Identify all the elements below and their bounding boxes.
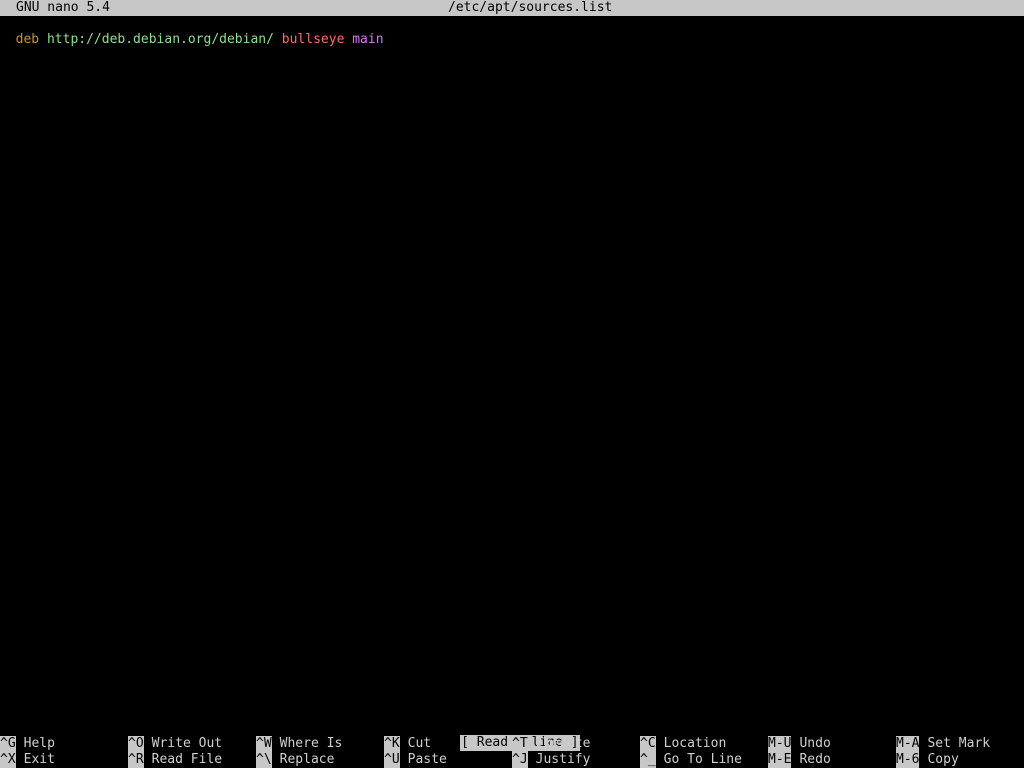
file-name: /etc/apt/sources.list: [448, 0, 613, 15]
shortcut-key: ^J: [512, 752, 528, 768]
shortcut-write-out[interactable]: ^O Write Out: [128, 736, 222, 752]
shortcut-key: ^X: [0, 752, 16, 768]
shortcut-read-file[interactable]: ^R Read File: [128, 752, 222, 768]
shortcut-key: M-6: [896, 752, 920, 768]
shortcut-cut[interactable]: ^K Cut: [384, 736, 431, 752]
shortcut-key: ^G: [0, 736, 16, 752]
shortcut-key: ^T: [512, 736, 528, 752]
shortcut-redo[interactable]: M-E Redo: [768, 752, 831, 768]
shortcut-key: M-E: [768, 752, 792, 768]
shortcut-key: ^U: [384, 752, 400, 768]
status-line: [ Read 1 line ]: [0, 719, 1024, 751]
shortcut-exit[interactable]: ^X Exit: [0, 752, 55, 768]
shortcut-copy[interactable]: M-6 Copy: [896, 752, 959, 768]
shortcut-label: Read File: [151, 752, 223, 767]
shortcut-key: ^R: [128, 752, 144, 768]
shortcut-paste[interactable]: ^U Paste: [384, 752, 447, 768]
shortcut-label: Help: [23, 736, 55, 751]
shortcut-justify[interactable]: ^J Justify: [512, 752, 590, 768]
shortcut-label: Replace: [279, 752, 335, 767]
app-version: GNU nano 5.4: [16, 0, 110, 15]
shortcut-key: ^_: [640, 752, 656, 768]
shortcut-label: Paste: [407, 752, 447, 767]
shortcut-label: Copy: [927, 752, 959, 767]
shortcut-execute[interactable]: ^T Execute: [512, 736, 590, 752]
shortcut-label: Go To Line: [663, 752, 742, 767]
shortcut-set-mark[interactable]: M-A Set Mark: [896, 736, 990, 752]
shortcut-label: Set Mark: [927, 736, 991, 751]
token-deb: deb: [15, 32, 40, 47]
shortcut-label: Exit: [23, 752, 55, 767]
shortcut-where-is[interactable]: ^W Where Is: [256, 736, 342, 752]
shortcut-go-to-line[interactable]: ^_ Go To Line: [640, 752, 742, 768]
shortcut-label: Cut: [407, 736, 432, 751]
shortcut-key: ^\: [256, 752, 272, 768]
shortcut-label: Location: [663, 736, 727, 751]
shortcut-key: M-U: [768, 736, 792, 752]
shortcut-label: Where Is: [279, 736, 343, 751]
shortcut-label: Execute: [535, 736, 591, 751]
shortcut-label: Write Out: [151, 736, 223, 751]
shortcut-key: ^C: [640, 736, 656, 752]
token-component: main: [352, 32, 384, 47]
shortcut-undo[interactable]: M-U Undo: [768, 736, 831, 752]
shortcut-label: Undo: [799, 736, 831, 751]
shortcut-label: Redo: [799, 752, 831, 767]
shortcut-help[interactable]: ^G Help: [0, 736, 55, 752]
title-bar: GNU nano 5.4 /etc/apt/sources.list: [0, 0, 1024, 16]
token-suite: bullseye: [281, 32, 345, 47]
shortcut-bar-row-1: ^G Help ^O Write Out ^W Where Is ^K Cut ^T Ex…: [0, 736, 1024, 752]
shortcut-location[interactable]: ^C Location: [640, 736, 726, 752]
token-url: http://deb.debian.org/debian/: [46, 32, 274, 47]
shortcut-key: ^W: [256, 736, 272, 752]
shortcut-key: M-A: [896, 736, 920, 752]
editor-line-1[interactable]: deb http://deb.debian.org/debian/ bullse…: [0, 16, 1024, 47]
shortcut-bar-row-2: ^X Exit ^R Read File ^\ Replace ^U Paste ^J J…: [0, 752, 1024, 768]
shortcut-label: Justify: [535, 752, 591, 767]
shortcut-key: ^O: [128, 736, 144, 752]
shortcut-replace[interactable]: ^\ Replace: [256, 752, 334, 768]
shortcut-key: ^K: [384, 736, 400, 752]
